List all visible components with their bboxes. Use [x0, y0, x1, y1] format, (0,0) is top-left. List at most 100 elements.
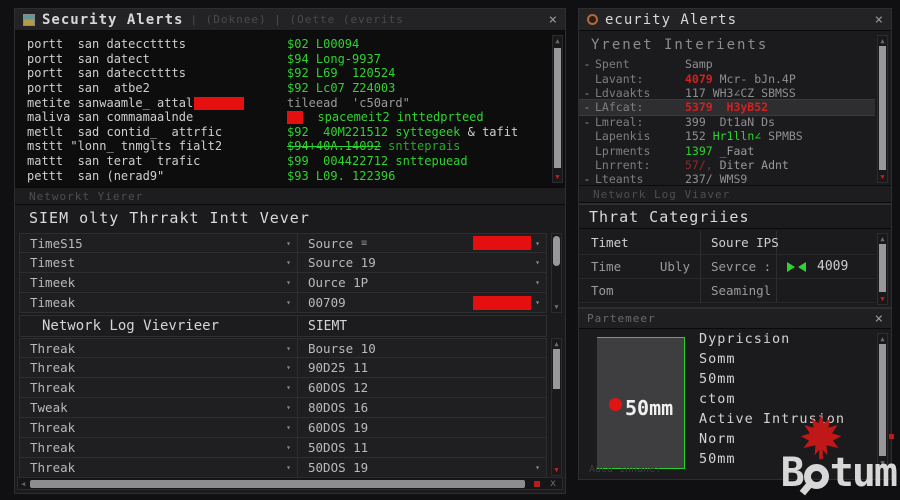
- scroll-down-icon[interactable]: ▼: [552, 303, 561, 311]
- horizontal-scrollbar[interactable]: ◀ x: [17, 477, 563, 490]
- cell-label: Threak: [30, 360, 76, 375]
- scroll-up-icon[interactable]: ▲: [878, 37, 887, 45]
- text-segment: Diter Adnt: [719, 157, 789, 172]
- text-segment: $02 L00094: [287, 37, 360, 52]
- log-row[interactable]: Tweak ▾ 80DOS 16: [19, 398, 547, 418]
- tree-expander[interactable]: -: [579, 86, 595, 100]
- close-icon[interactable]: ×: [875, 312, 883, 326]
- log-cell-threat[interactable]: Threak ▾: [20, 339, 298, 357]
- log-row[interactable]: Threak ▾ 50DOS 19 ▾: [19, 458, 547, 478]
- threat-row[interactable]: Timet Soure IPS: [579, 231, 875, 255]
- siem-cell-source[interactable]: Source 19 ▾: [298, 253, 546, 272]
- threat-header: Thrat Categriies: [579, 205, 891, 229]
- security-alerts-window: Security Alerts | (Doknee) | (Oette (eve…: [14, 8, 566, 494]
- scroll-down-icon[interactable]: ▼: [878, 173, 887, 181]
- tree-row[interactable]: - Lmreal: 399 Dt1aN Ds: [579, 115, 875, 129]
- siem-cell-source[interactable]: Source ≡ ▾: [298, 234, 546, 252]
- log-row[interactable]: Threak ▾ 90D25 11: [19, 358, 547, 378]
- play-back-icon[interactable]: [798, 261, 806, 272]
- siem-cell-source[interactable]: Ource 1P ▾: [298, 273, 546, 292]
- chevron-down-icon: ▾: [286, 343, 291, 353]
- log-cell-value[interactable]: 60DOS 19: [298, 418, 546, 437]
- log-cell-threat[interactable]: Threak ▾: [20, 418, 298, 437]
- siem-row[interactable]: Timeek ▾ Ource 1P ▾: [19, 273, 547, 293]
- siem-cell-time[interactable]: Timeek ▾: [20, 273, 298, 292]
- close-icon[interactable]: ×: [549, 13, 557, 27]
- log-cell-threat[interactable]: Threak ▾: [20, 438, 298, 457]
- log-table-header: Network Log Vievrieer SIEMT: [19, 315, 547, 337]
- tree-row[interactable]: Lapenkis 152 Hr1lln∠ SPMBS: [579, 129, 875, 143]
- text-segment: tileead 'c50ard": [287, 95, 410, 110]
- threat-row[interactable]: Time Ubly Sevrce : 4009: [579, 255, 875, 279]
- log-row[interactable]: Threak ▾ 50DOS 11: [19, 438, 547, 458]
- log-cell-threat[interactable]: Tweak ▾: [20, 398, 298, 417]
- tree-expander[interactable]: -: [579, 100, 595, 114]
- log-row[interactable]: Threak ▾ Bourse 10: [19, 338, 547, 358]
- close-icon[interactable]: x: [550, 478, 556, 489]
- tree-row[interactable]: - Spent Samp: [579, 57, 875, 71]
- alerts-scrollbar[interactable]: ▲ ▼: [877, 35, 888, 183]
- log-cell-threat[interactable]: Threak ▾: [20, 358, 298, 377]
- close-icon[interactable]: ×: [875, 13, 883, 27]
- log-cell-value[interactable]: Bourse 10: [298, 339, 546, 357]
- log-cell-threat[interactable]: Threak ▾: [20, 378, 298, 397]
- tree-row[interactable]: - Ldvaakts 117 WH3∠CZ SBMSS: [579, 86, 875, 100]
- siem-cell-time[interactable]: TimeS15 ▾: [20, 234, 298, 252]
- tree-expander[interactable]: -: [579, 115, 595, 129]
- log-row[interactable]: Threak ▾ 60DOS 19: [19, 418, 547, 438]
- log-cell-value[interactable]: 80DOS 16: [298, 398, 546, 417]
- siem-scrollbar[interactable]: ▼: [551, 233, 562, 313]
- scroll-left-icon[interactable]: ◀: [18, 480, 28, 488]
- tree-row[interactable]: Lavant: 4079 Mcr- bJn.4P: [579, 71, 875, 86]
- threat-row[interactable]: Tom Seamingl: [579, 279, 875, 303]
- siem-row[interactable]: Timest ▾ Source 19 ▾: [19, 253, 547, 273]
- text-segment: $93 L09. 122396: [287, 168, 396, 183]
- scrollbar-thumb[interactable]: [553, 349, 560, 389]
- tree-row[interactable]: Lprments 1397 _Faat: [579, 143, 875, 158]
- scrollbar-thumb[interactable]: [879, 244, 886, 292]
- scrollbar-thumb[interactable]: [554, 48, 561, 168]
- tree-value: 57/, Diter Adnt: [685, 158, 789, 172]
- scroll-down-icon[interactable]: ▼: [552, 466, 561, 474]
- text-segment: Hr1lln∠: [712, 129, 762, 144]
- play-forward-icon[interactable]: [787, 261, 795, 272]
- siem-section-header: SIEM olty Thrrakt Intt Vever: [15, 205, 565, 231]
- scroll-down-icon[interactable]: ▼: [553, 173, 562, 181]
- terminal-line-left: mattt san terat trafic: [27, 154, 287, 168]
- text-segment: $94 Long-9937: [287, 51, 381, 66]
- siem-row[interactable]: Timeak ▾ 00709 ▾: [19, 293, 547, 313]
- botum-logo: Btum: [781, 414, 898, 496]
- resize-grip[interactable]: [534, 481, 540, 487]
- log-cell-value[interactable]: 50DOS 19 ▾: [298, 458, 546, 477]
- terminal-line: msttt "lonn_ tnmglts fialt2 $94+40Λ.14092…: [27, 139, 551, 154]
- log-cell-value[interactable]: 90D25 11: [298, 358, 546, 377]
- scroll-down-icon[interactable]: ▼: [878, 295, 887, 303]
- siem-cell-source[interactable]: 00709 ▾: [298, 293, 546, 312]
- terminal-scrollbar[interactable]: ▲ ▼: [552, 35, 563, 183]
- scrollbar-thumb[interactable]: [30, 480, 525, 488]
- tree-row[interactable]: Lnrrent: 57/, Diter Adnt: [579, 158, 875, 172]
- siem-cell-time[interactable]: Timest ▾: [20, 253, 298, 272]
- shield-icon: [587, 14, 598, 25]
- scroll-up-icon[interactable]: ▲: [878, 235, 887, 243]
- tree-row[interactable]: - LAfcat: 5379 H3yB52: [579, 100, 875, 115]
- scroll-up-icon[interactable]: ▲: [878, 335, 887, 343]
- log-scrollbar[interactable]: ▲ ▼: [551, 338, 562, 476]
- cell-label: 00709: [308, 295, 346, 310]
- scrollbar-thumb[interactable]: [553, 236, 560, 266]
- tree-expander[interactable]: -: [579, 57, 595, 71]
- log-cell-value[interactable]: 50DOS 11: [298, 438, 546, 457]
- scroll-up-icon[interactable]: ▲: [552, 340, 561, 348]
- threat-cell-source: Seamingl: [701, 279, 777, 302]
- log-row[interactable]: Threak ▾ 60DOS 12: [19, 378, 547, 398]
- scrollbar-thumb[interactable]: [879, 46, 886, 170]
- log-cell-value[interactable]: 60DOS 12: [298, 378, 546, 397]
- log-header-left: Network Log Vievrieer: [20, 316, 298, 336]
- siem-row[interactable]: TimeS15 ▾ Source ≡ ▾: [19, 233, 547, 253]
- threat-scrollbar[interactable]: ▲ ▼: [877, 233, 888, 305]
- scroll-up-icon[interactable]: ▲: [553, 37, 562, 45]
- threat-cell-count: [777, 231, 875, 254]
- log-cell-threat[interactable]: Threak ▾: [20, 458, 298, 477]
- network-viewer-bar: Networkt Yierer: [15, 187, 565, 205]
- siem-cell-time[interactable]: Timeak ▾: [20, 293, 298, 312]
